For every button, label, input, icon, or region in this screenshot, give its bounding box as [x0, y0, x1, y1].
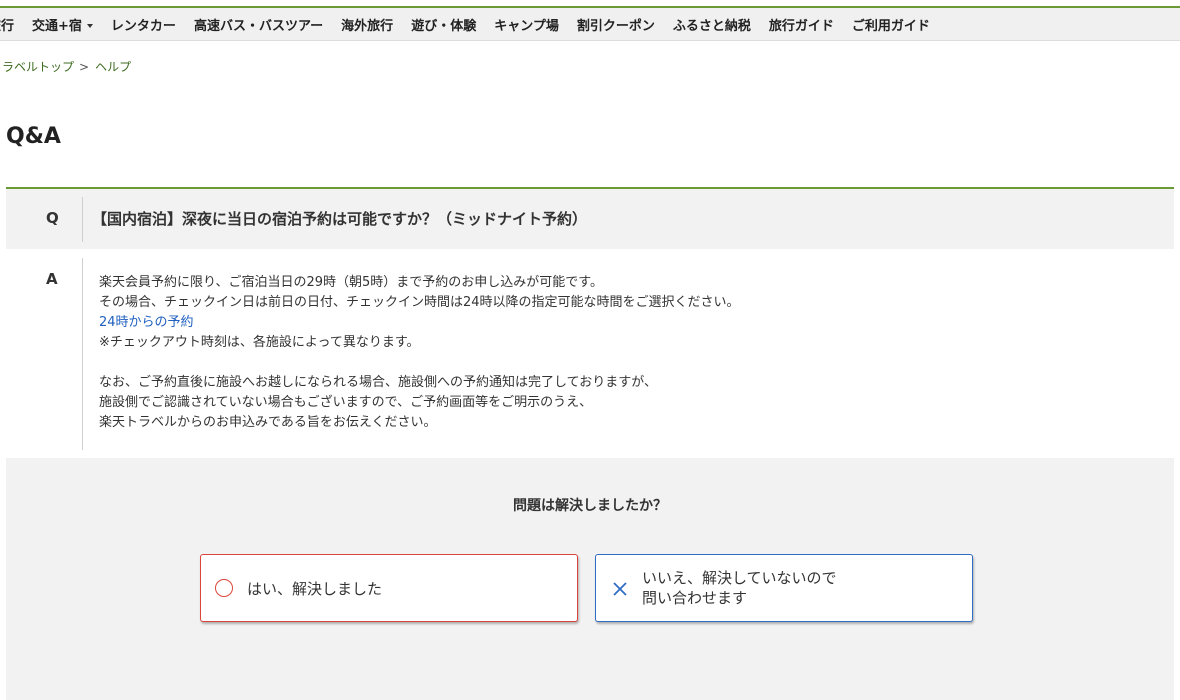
nav-item-coupons[interactable]: 割引クーポン — [577, 15, 655, 34]
checkout-note: ※チェックアウト時刻は、各施設によって異なります。 — [99, 335, 420, 350]
resolved-yes-label: はい、解決しました — [247, 580, 383, 598]
breadcrumb-help-link[interactable]: ヘルプ — [95, 60, 131, 74]
nav-item-overseas-travel[interactable]: 海外旅行 — [341, 15, 393, 34]
question-mark-label: Q — [46, 209, 59, 227]
page: 旅行 交通+宿 レンタカー 高速バス・バスツアー 海外旅行 遊び・体験 キャンプ… — [0, 0, 1180, 700]
answer-line: なお、ご予約直後に施設へお越しになられる場合、施設側への予約通知は完了しておりま… — [99, 375, 657, 390]
answer-spacer — [99, 353, 740, 373]
nav-item-activities[interactable]: 遊び・体験 — [411, 15, 476, 34]
answer-line: その場合、チェックイン日は前日の日付、チェックイン時間は24時以降の指定可能な時… — [99, 295, 740, 310]
nav-item-rental-car[interactable]: レンタカー — [111, 15, 176, 34]
nav-item-travel[interactable]: 旅行 — [0, 15, 14, 34]
resolved-yes-button[interactable]: はい、解決しました — [200, 554, 578, 622]
midnight-booking-link[interactable]: 24時からの予約 — [99, 315, 194, 330]
breadcrumb-home-link[interactable]: トラベルトップ — [0, 60, 74, 74]
breadcrumb-separator: > — [79, 60, 90, 74]
page-title: Q&A — [6, 124, 61, 149]
question-text: 【国内宿泊】深夜に当日の宿泊予約は可能ですか？（ミッドナイト予約） — [92, 210, 588, 228]
circle-icon — [215, 579, 233, 597]
answer-divider — [82, 258, 83, 450]
nav-item-highway-bus[interactable]: 高速バス・バスツアー — [194, 15, 323, 34]
answer-mark-label: A — [46, 270, 58, 288]
nav-item-transport-hotel[interactable]: 交通+宿 — [32, 15, 93, 34]
nav-item-furusato-tax[interactable]: ふるさと納税 — [673, 15, 751, 34]
nav-item-user-guide[interactable]: ご利用ガイド — [852, 15, 930, 34]
resolved-no-label: いいえ、解決していないので 問い合わせます — [642, 569, 837, 607]
question-divider — [82, 197, 83, 242]
caret-down-icon — [86, 23, 93, 28]
nav-item-campsites[interactable]: キャンプ場 — [494, 15, 559, 34]
breadcrumb: トラベルトップ > ヘルプ — [0, 58, 131, 75]
resolved-no-button[interactable]: いいえ、解決していないので 問い合わせます — [595, 554, 973, 622]
nav-item-travel-guide[interactable]: 旅行ガイド — [769, 15, 834, 34]
answer-line: 施設側でご認識されていない場合もございますので、ご予約画面等をご明示のうえ、 — [99, 395, 593, 410]
question-row: Q 【国内宿泊】深夜に当日の宿泊予約は可能ですか？（ミッドナイト予約） — [6, 189, 1174, 249]
answer-line: 楽天トラベルからのお申込みである旨をお伝えください。 — [99, 415, 437, 430]
answer-line: 楽天会員予約に限り、ご宿泊当日の29時（朝5時）まで予約のお申し込みが可能です。 — [99, 275, 603, 290]
global-nav: 旅行 交通+宿 レンタカー 高速バス・バスツアー 海外旅行 遊び・体験 キャンプ… — [0, 6, 1180, 41]
close-x-icon — [613, 582, 627, 596]
answer-body: 楽天会員予約に限り、ご宿泊当日の29時（朝5時）まで予約のお申し込みが可能です。… — [99, 273, 740, 433]
feedback-panel: 問題は解決しましたか？ はい、解決しました いいえ、解決していないので 問い合わ… — [6, 458, 1174, 700]
feedback-question: 問題は解決しましたか？ — [513, 498, 667, 514]
